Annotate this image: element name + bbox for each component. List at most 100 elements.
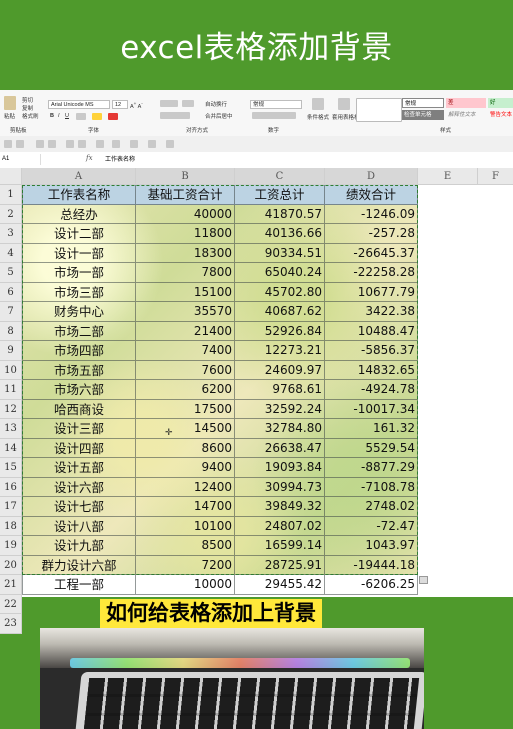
cell-performance[interactable]: 5529.54 [325,438,418,458]
conditional-format-button[interactable]: 条件格式 [307,113,329,121]
cell-base-salary[interactable]: 10100 [136,516,235,536]
column-header-e[interactable]: E [418,168,478,185]
row-header[interactable]: 12 [0,399,22,419]
cell-sheet-name[interactable]: 财务中心 [22,302,136,322]
wrap-text-button[interactable]: 自动换行 [205,100,227,108]
row-header[interactable]: 23 [0,614,22,634]
cell-base-salary[interactable]: 8600 [136,438,235,458]
table-format-icon[interactable] [338,98,350,110]
cell-base-salary[interactable]: 15100 [136,282,235,302]
header-cell-performance[interactable]: 绩效合计 [325,185,418,205]
cell-base-salary[interactable]: 35570 [136,302,235,322]
row-header[interactable]: 10 [0,360,22,380]
copy-button[interactable]: 复制 [22,104,33,112]
cell-sheet-name[interactable]: 群力设计六部 [22,555,136,575]
cell-salary-total[interactable]: 41870.57 [235,204,325,224]
cell-salary-total[interactable]: 26638.47 [235,438,325,458]
row-header[interactable]: 8 [0,321,22,341]
column-header-a[interactable]: A [22,168,136,185]
number-format-icons[interactable] [252,112,296,119]
save-icon[interactable] [4,140,12,148]
formula-input[interactable]: 工作表名称 [105,154,135,165]
cell-base-salary[interactable]: 6200 [136,380,235,400]
cell-sheet-name[interactable]: 设计一部 [22,243,136,263]
header-cell-base-salary[interactable]: 基础工资合计 [136,185,235,205]
cell-salary-total[interactable]: 39849.32 [235,497,325,517]
row-header[interactable]: 15 [0,458,22,478]
cell-performance[interactable]: -6206.25 [325,575,418,595]
row-header[interactable]: 21 [0,575,22,595]
preview-icon[interactable] [78,140,86,148]
cell-salary-total[interactable]: 28725.91 [235,555,325,575]
print-icon[interactable] [66,140,74,148]
cell-sheet-name[interactable]: 哈西商设 [22,399,136,419]
sort-icon[interactable] [130,140,138,148]
cell-performance[interactable]: 14832.65 [325,360,418,380]
header-cell-salary-total[interactable]: 工资总计 [235,185,325,205]
number-format-select[interactable]: 常规 [250,100,302,109]
cell-salary-total[interactable]: 12273.21 [235,341,325,361]
row-header[interactable]: 17 [0,497,22,517]
font-color-icon[interactable] [108,113,118,120]
orientation-icon[interactable] [182,100,194,107]
cell-sheet-name[interactable]: 市场五部 [22,360,136,380]
cell-performance[interactable]: -8877.29 [325,458,418,478]
open-icon[interactable] [16,140,24,148]
row-header[interactable]: 2 [0,204,22,224]
row-header[interactable]: 22 [0,594,22,614]
cell-sheet-name[interactable]: 市场三部 [22,282,136,302]
cell-salary-total[interactable]: 19093.84 [235,458,325,478]
cell-performance[interactable]: 10677.79 [325,282,418,302]
fx-icon[interactable]: fx [86,154,93,162]
undo-icon[interactable] [36,140,44,148]
cell-sheet-name[interactable]: 设计二部 [22,224,136,244]
cut-button[interactable]: 剪切 [22,96,33,104]
redo-icon[interactable] [48,140,56,148]
cell-sheet-name[interactable]: 设计八部 [22,516,136,536]
font-size-select[interactable]: 12 [112,100,128,109]
cell-sheet-name[interactable]: 总经办 [22,204,136,224]
cell-salary-total[interactable]: 24609.97 [235,360,325,380]
name-box[interactable]: A1 [0,154,41,165]
font-name-select[interactable]: Arial Unicode MS [48,100,110,109]
cell-salary-total[interactable]: 9768.61 [235,380,325,400]
merge-center-button[interactable]: 合并后居中 [205,112,233,120]
conditional-format-icon[interactable] [312,98,324,110]
border-icon[interactable] [76,113,86,120]
column-header-f[interactable]: F [478,168,513,185]
fill-color-icon[interactable] [92,113,102,120]
row-header[interactable]: 9 [0,341,22,361]
cell-performance[interactable]: 161.32 [325,419,418,439]
cell-performance[interactable]: 1043.97 [325,536,418,556]
align-center-icon[interactable] [160,112,190,119]
cell-performance[interactable]: -10017.34 [325,399,418,419]
row-header[interactable]: 5 [0,263,22,283]
cell-base-salary[interactable]: 18300 [136,243,235,263]
cell-salary-total[interactable]: 32592.24 [235,399,325,419]
cell-base-salary[interactable]: 12400 [136,477,235,497]
cell-performance[interactable]: -72.47 [325,516,418,536]
row-header[interactable]: 3 [0,224,22,244]
row-header[interactable]: 14 [0,438,22,458]
cell-sheet-name[interactable]: 市场四部 [22,341,136,361]
cell-salary-total[interactable]: 45702.80 [235,282,325,302]
cell-sheet-name[interactable]: 设计七部 [22,497,136,517]
row-header[interactable]: 1 [0,185,22,205]
cell-salary-total[interactable]: 16599.14 [235,536,325,556]
cell-performance[interactable]: -5856.37 [325,341,418,361]
style-bad[interactable]: 差 [446,98,486,108]
cell-sheet-name[interactable]: 市场二部 [22,321,136,341]
cell-performance[interactable]: -4924.78 [325,380,418,400]
style-explanatory[interactable]: 解释性文本 [446,110,486,120]
cell-base-salary[interactable]: 10000 [136,575,235,595]
header-cell-sheet-name[interactable]: 工作表名称 [22,185,136,205]
filter-icon[interactable] [148,140,156,148]
paste-button[interactable]: 粘贴 [4,112,15,120]
cell-sheet-name[interactable]: 设计五部 [22,458,136,478]
autosum-icon[interactable] [112,140,120,148]
chart-icon[interactable] [166,140,174,148]
format-painter-button[interactable]: 格式刷 [22,112,39,120]
cell-base-salary[interactable]: 40000 [136,204,235,224]
row-header[interactable]: 20 [0,555,22,575]
row-header[interactable]: 11 [0,380,22,400]
